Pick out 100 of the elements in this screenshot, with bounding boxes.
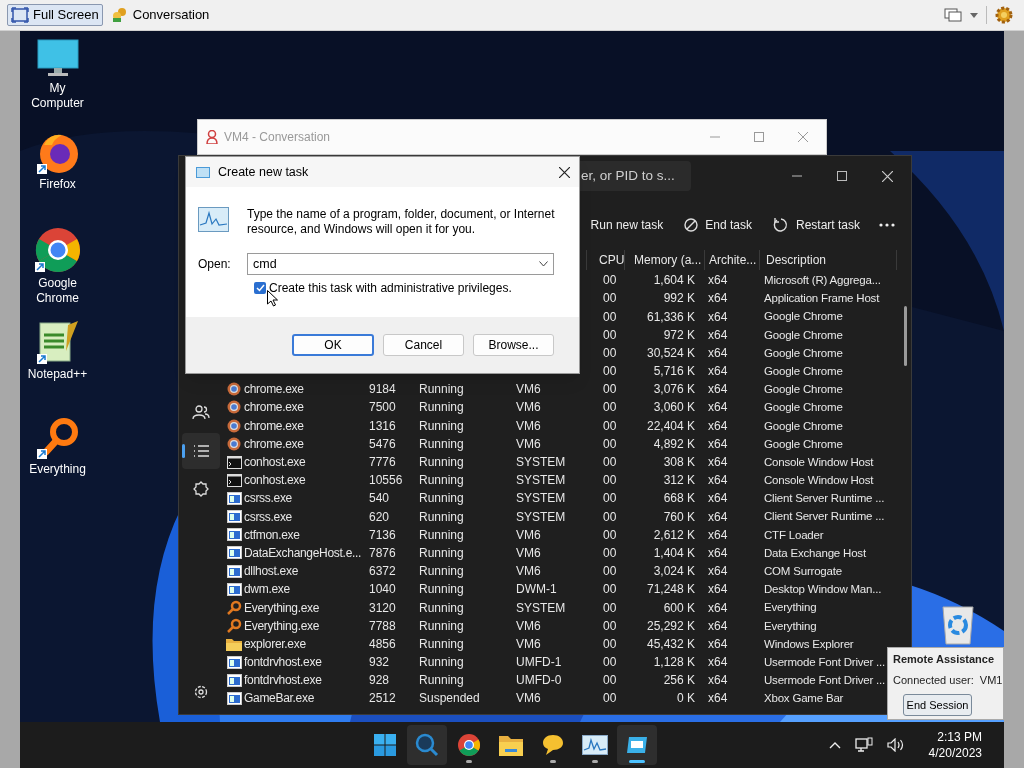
chrome-icon — [33, 226, 82, 274]
speaker-icon[interactable] — [886, 738, 905, 752]
memory-cell-text: 30,524 K — [646, 344, 695, 362]
cpu-cell: 00 — [603, 327, 617, 342]
process-name: dwm.exe — [244, 581, 290, 599]
column-header[interactable]: Description — [766, 251, 827, 269]
memory-cell-text: 312 K — [663, 472, 695, 490]
network-icon[interactable] — [854, 737, 873, 753]
prohibited-icon — [684, 218, 699, 232]
pid-cell: 10556 — [369, 473, 403, 488]
user-cell: VM6 — [516, 418, 541, 433]
close-icon[interactable] — [559, 166, 570, 178]
end-session-button[interactable]: End Session — [903, 694, 972, 716]
admin-checkbox[interactable] — [254, 282, 266, 294]
user-cell: VM6 — [516, 545, 541, 560]
display-icon[interactable] — [944, 7, 962, 23]
pid-cell: 9184 — [369, 382, 396, 397]
cpu-cell: 00 — [603, 564, 617, 579]
process-name: Everything.exe — [244, 617, 320, 635]
architecture-cell: x64 — [708, 509, 728, 524]
pid-cell: 932 — [369, 655, 390, 670]
clock-date[interactable]: 4/20/2023 — [928, 745, 982, 761]
dialog-title: Create new task — [218, 163, 309, 181]
fullscreen-icon — [11, 7, 29, 23]
conversation-button[interactable]: Conversation — [106, 4, 214, 26]
pid-cell: 2512 — [369, 691, 396, 706]
users-icon — [192, 403, 210, 421]
dialog-button[interactable]: Browse... — [473, 334, 554, 356]
maximize-icon[interactable] — [837, 171, 847, 181]
gear-icon[interactable] — [995, 6, 1013, 24]
process-name: csrss.exe — [244, 490, 292, 508]
status-cell: Running — [419, 673, 464, 688]
recycle-bin-icon[interactable] — [940, 605, 976, 645]
user-cell: VM6 — [516, 436, 541, 451]
process-name: fontdrvhost.exe — [244, 672, 322, 690]
clock-time[interactable]: 2:13 PM — [937, 729, 982, 745]
architecture-cell: x64 — [708, 545, 728, 560]
caret-icon[interactable] — [970, 12, 978, 18]
chrome-icon — [227, 382, 241, 397]
activity-chart-icon — [582, 735, 608, 755]
pid-cell: 7788 — [369, 618, 396, 633]
restart-icon — [772, 217, 789, 233]
architecture-cell: x64 — [708, 309, 728, 324]
more-icon[interactable] — [879, 223, 895, 227]
folder-icon — [499, 734, 523, 756]
column-header[interactable]: CPU — [599, 251, 625, 269]
cpu-cell: 00 — [603, 382, 617, 397]
pid-cell: 5476 — [369, 436, 396, 451]
nav-item[interactable] — [182, 433, 220, 469]
description-cell: Client Server Runtime ... — [764, 510, 885, 523]
cpu-cell: 00 — [603, 273, 617, 288]
chrome-icon — [457, 733, 481, 757]
cpu-cell: 00 — [603, 527, 617, 542]
memory-cell-text: 22,404 K — [646, 417, 695, 435]
desktop-icon-label[interactable]: Google Chrome — [21, 276, 94, 306]
architecture-cell: x64 — [708, 600, 728, 615]
dialog-button[interactable]: Cancel — [383, 334, 464, 356]
dialog-button[interactable]: OK — [292, 334, 374, 356]
memory-cell-text: 3,024 K — [653, 563, 695, 581]
status-cell: Suspended — [419, 691, 480, 706]
chevron-down-icon[interactable] — [539, 261, 548, 267]
user-cell: SYSTEM — [516, 455, 566, 469]
magnifier-icon — [226, 600, 242, 615]
description-cell: Everything — [764, 601, 817, 614]
console-icon — [226, 455, 242, 469]
command-button[interactable]: Run new task — [588, 210, 666, 240]
cpu-cell: 00 — [603, 418, 617, 433]
desktop-icon-label[interactable]: Everything — [21, 462, 94, 477]
description-cell: Usermode Font Driver ... — [764, 655, 886, 668]
taskbar-button[interactable] — [617, 725, 657, 765]
status-cell: Running — [419, 600, 464, 615]
architecture-cell: x64 — [708, 527, 728, 542]
memory-cell-text: 25,292 K — [646, 617, 695, 635]
memory-cell-text: 45,432 K — [646, 635, 695, 653]
memory-cell-text: 308 K — [663, 454, 695, 471]
open-combo-box[interactable]: cmd — [247, 253, 554, 275]
user-cell: VM6 — [516, 382, 541, 397]
window-icon — [226, 528, 242, 542]
description-cell: Google Chrome — [764, 346, 843, 359]
cpu-cell: 00 — [603, 618, 617, 633]
command-button[interactable]: Restart task — [770, 210, 862, 240]
description-cell: Application Frame Host — [764, 292, 880, 305]
full-screen-button[interactable]: Full Screen — [7, 4, 103, 26]
architecture-cell: x64 — [708, 382, 728, 397]
user-cell: VM6 — [516, 564, 541, 579]
desktop-icon-label[interactable]: My Computer — [21, 81, 94, 111]
description-cell: Google Chrome — [764, 401, 843, 414]
architecture-cell: x64 — [708, 418, 728, 433]
description-cell: Google Chrome — [764, 310, 843, 323]
chevron-up-icon[interactable] — [828, 741, 841, 749]
settings-icon[interactable] — [193, 684, 209, 700]
desktop-icon-label[interactable]: Firefox — [21, 177, 94, 192]
desktop-icon-label[interactable]: Notepad++ — [21, 367, 94, 382]
command-button[interactable]: End task — [682, 210, 754, 240]
column-header[interactable]: Archite... — [709, 251, 757, 269]
cpu-cell: 00 — [603, 691, 617, 706]
description-cell: Console Window Host — [764, 474, 874, 487]
scrollbar[interactable] — [904, 306, 907, 366]
column-header[interactable]: Memory (a... — [634, 251, 702, 269]
monitor-icon — [35, 39, 80, 79]
